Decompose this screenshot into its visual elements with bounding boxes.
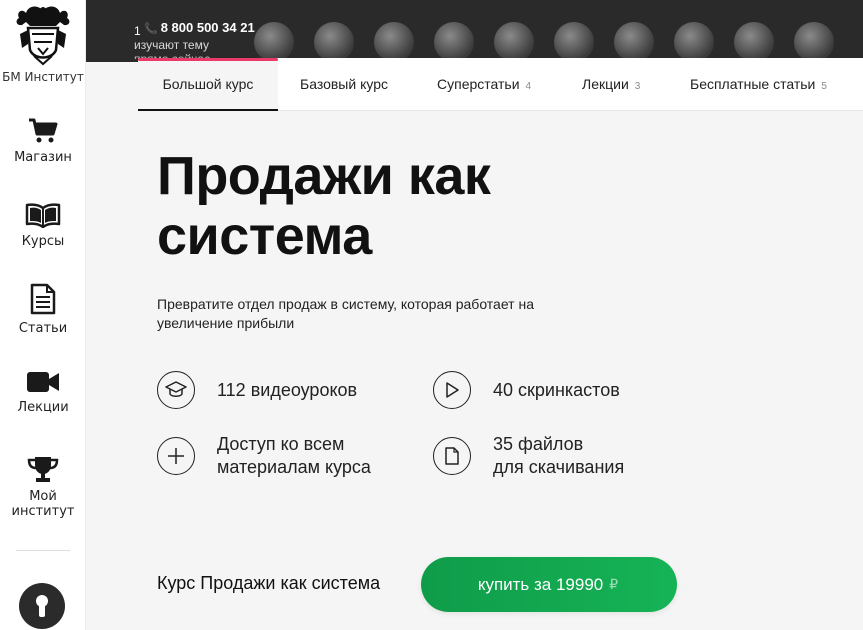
avatar xyxy=(434,22,474,62)
tab-count: 4 xyxy=(525,81,532,92)
student-avatars xyxy=(254,22,834,62)
sidebar-item-courses[interactable]: Курсы xyxy=(0,202,86,249)
avatar xyxy=(794,22,834,62)
phone-icon: 📞 xyxy=(144,23,158,35)
sidebar-item-label: Лекции xyxy=(17,400,69,415)
sidebar-divider xyxy=(16,550,70,551)
tab-big-course[interactable]: Большой курс xyxy=(138,58,278,111)
sidebar-item-label: Магазин xyxy=(14,150,72,165)
course-tabs: Большой курс Базовый курс Суперстатьи 4 Л… xyxy=(138,58,863,111)
avatar xyxy=(614,22,654,62)
book-icon xyxy=(25,203,61,228)
plus-icon xyxy=(157,437,195,475)
header-strip: 1 изучают тему прямо сейчас 📞 8 800 500 3… xyxy=(86,0,863,62)
active-tab-accent xyxy=(138,58,278,61)
avatar xyxy=(254,22,294,62)
sidebar-item-articles[interactable]: Статьи xyxy=(0,283,86,336)
sidebar-item-label: Курсы xyxy=(21,234,65,249)
buy-button-label: купить за 19990 xyxy=(477,574,604,594)
sidebar-item-label: Мой институт xyxy=(11,489,75,519)
logo-label: БМ Институт xyxy=(2,70,84,84)
avatar xyxy=(734,22,774,62)
sidebar-item-lectures[interactable]: Лекции xyxy=(0,370,86,415)
logo[interactable]: БМ Институт xyxy=(0,4,86,84)
video-camera-icon xyxy=(27,372,59,392)
tab-basic-course[interactable]: Базовый курс xyxy=(300,58,388,111)
play-icon xyxy=(433,371,471,409)
document-icon xyxy=(30,283,56,315)
page-title: Продажи как система xyxy=(157,146,491,266)
tab-superarticles[interactable]: Суперстатьи 4 xyxy=(437,58,531,111)
sidebar-item-shop[interactable]: Магазин xyxy=(0,118,86,165)
sidebar-item-label: Статьи xyxy=(18,321,68,336)
file-icon xyxy=(433,437,471,475)
avatar xyxy=(374,22,414,62)
avatar xyxy=(674,22,714,62)
avatar xyxy=(494,22,534,62)
students-count: 1 xyxy=(134,24,141,38)
tab-count: 3 xyxy=(634,81,641,92)
ruble-icon: ₽ xyxy=(609,576,621,592)
trophy-icon xyxy=(27,457,59,482)
sidebar: БМ Институт Магазин Курсы Статьи Лекции … xyxy=(0,0,86,630)
buy-button[interactable]: купить за 19990 ₽ xyxy=(421,557,677,612)
tab-free-articles[interactable]: Бесплатные статьи 5 xyxy=(690,58,827,111)
avatar xyxy=(554,22,594,62)
avatar xyxy=(314,22,354,62)
page-subtitle: Превратите отдел продаж в систему, котор… xyxy=(157,296,534,331)
tab-count: 5 xyxy=(821,81,827,92)
login-button[interactable] xyxy=(19,583,65,629)
cart-icon xyxy=(29,118,58,143)
jester-logo-icon xyxy=(16,6,70,66)
phone-number[interactable]: 📞 8 800 500 34 21 xyxy=(144,20,255,35)
sidebar-item-my-institute[interactable]: Мой институт xyxy=(0,455,86,519)
graduation-cap-icon xyxy=(157,371,195,409)
students-text: изучают тему xyxy=(134,38,209,52)
course-name-label: Курс Продажи как система xyxy=(157,573,381,593)
tab-lectures[interactable]: Лекции 3 xyxy=(582,58,640,111)
